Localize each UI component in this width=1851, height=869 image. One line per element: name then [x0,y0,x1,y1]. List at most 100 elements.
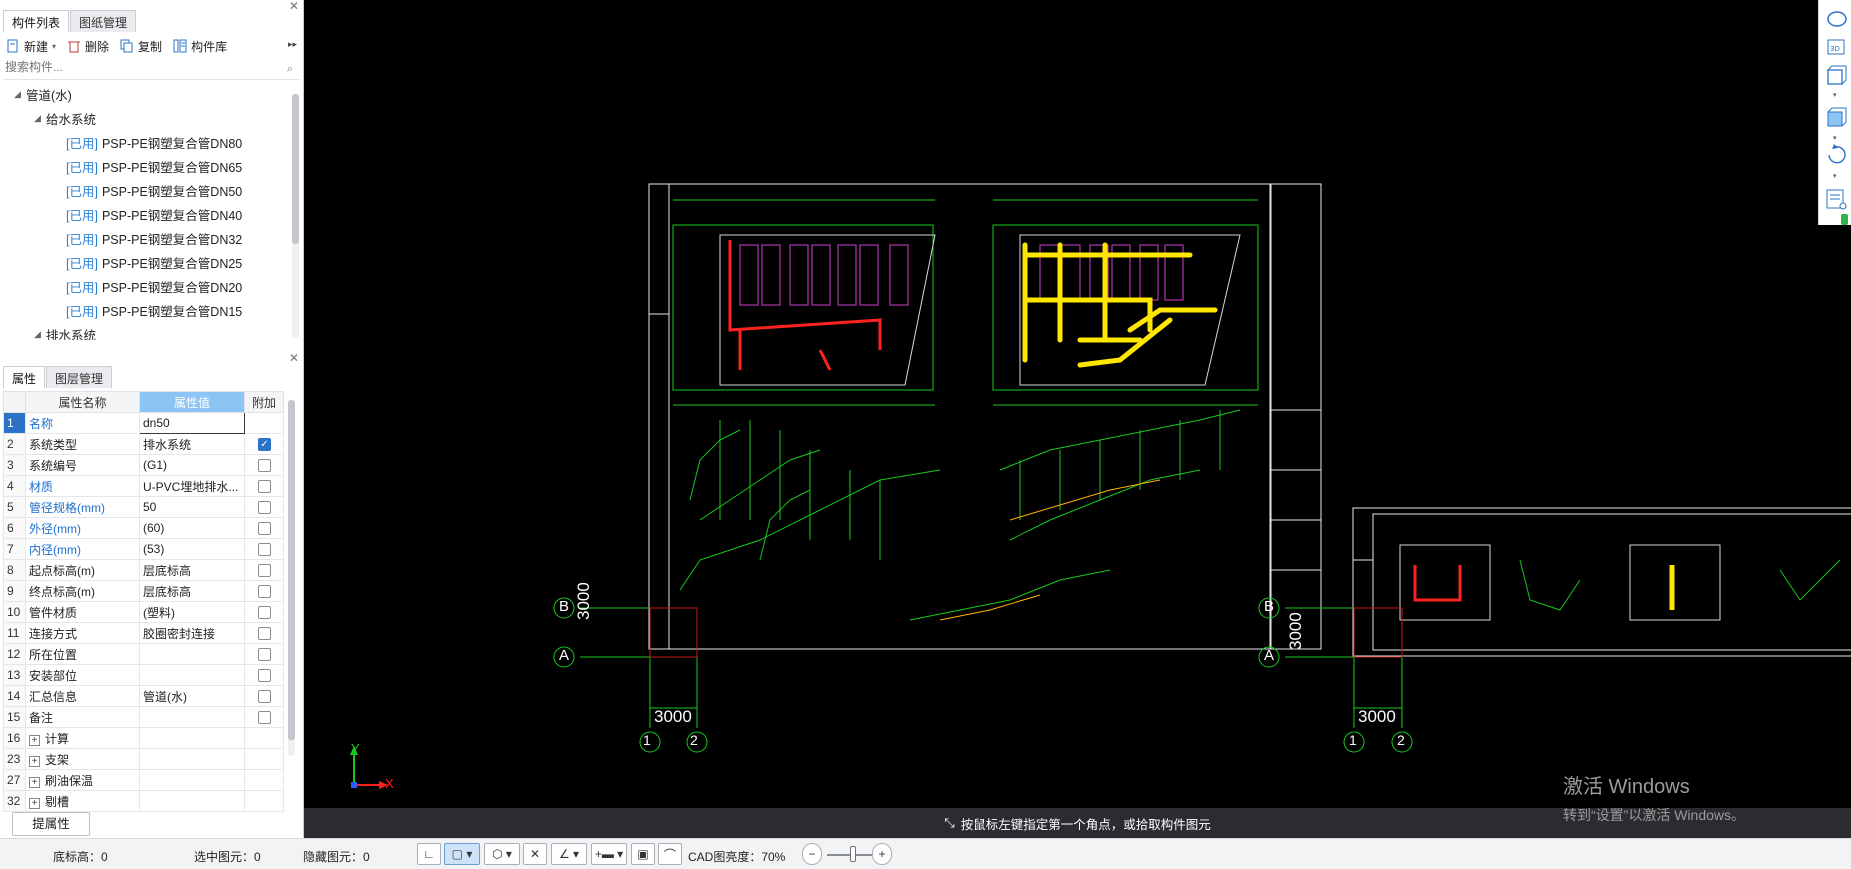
tab-drawing-management[interactable]: 图纸管理 [70,10,137,32]
property-row[interactable]: 13 安装部位 [3,664,284,686]
tree-item-pipe[interactable]: [已用] PSP-PE钢塑复合管DN50 [0,178,290,202]
curve-button[interactable]: ⌒ [658,843,682,865]
tree-scrollbar[interactable] [292,94,299,338]
extra-checkbox[interactable] [258,711,271,725]
collapse-caret-icon[interactable]: ◢ [14,89,22,100]
search-icon[interactable]: ⌕ [287,63,293,76]
angle-button[interactable]: ∠ ▾ [551,843,587,865]
property-value[interactable]: 排水系统 [139,433,245,455]
extra-checkbox[interactable]: ✓ [258,438,271,452]
extra-checkbox[interactable] [258,585,271,599]
property-row[interactable]: 9 终点标高(m) 层底标高 [3,580,284,602]
property-row[interactable]: 12 所在位置 [3,643,284,665]
copy-button[interactable]: 复制 [120,38,162,55]
property-value[interactable]: 层底标高 [139,580,245,602]
property-value[interactable]: dn50 [139,412,245,434]
close-properties-panel-icon[interactable]: ✕ [289,352,299,364]
tree-node-drain-system[interactable]: ◢ 排水系统 [0,322,290,341]
screen-capture-button[interactable]: ▣ [631,843,655,865]
new-dropdown-icon[interactable]: ▾ [52,42,56,51]
tree-item-pipe[interactable]: [已用] PSP-PE钢塑复合管DN15 [0,298,290,322]
property-value[interactable] [139,790,245,812]
view-dropdown-icon[interactable]: ▾ [1833,91,1837,99]
expand-group-icon[interactable]: + [29,797,40,809]
properties-scrollbar[interactable] [288,400,295,756]
tree-item-pipe[interactable]: [已用] PSP-PE钢塑复合管DN20 [0,274,290,298]
extra-checkbox[interactable] [258,501,271,515]
property-value[interactable]: (53) [139,538,245,560]
ortho-mode-button[interactable]: ∟ [417,843,441,865]
solid-cube-icon[interactable] [1827,107,1847,127]
property-row[interactable]: 7 内径(mm) (53) [3,538,284,560]
brightness-increase-button[interactable]: + [872,843,892,865]
property-row[interactable]: 11 连接方式 胶圈密封连接 [3,622,284,644]
layer-eye-icon[interactable] [1826,189,1847,210]
tab-component-list[interactable]: 构件列表 [3,10,70,32]
property-row[interactable]: 14 汇总信息 管道(水) [3,685,284,707]
cad-canvas[interactable]: B A 1 2 3000 3000 B A 1 2 3000 3000 X Y [304,0,1851,838]
tree-item-pipe[interactable]: [已用] PSP-PE钢塑复合管DN32 [0,226,290,250]
property-row[interactable]: 2 系统类型 排水系统 ✓ [3,433,284,455]
property-row[interactable]: 4 材质 U-PVC埋地排水... [3,475,284,497]
property-row[interactable]: 1 名称 dn50 [3,412,284,434]
property-row[interactable]: 5 管径规格(mm) 50 [3,496,284,518]
extra-checkbox[interactable] [258,627,271,641]
close-component-panel-icon[interactable]: ✕ [289,0,299,12]
brightness-decrease-button[interactable]: − [802,843,822,865]
dimension-button[interactable]: +▬ ▾ [591,843,627,865]
property-row[interactable]: 10 管件材质 (塑料) [3,601,284,623]
property-value[interactable]: 胶圈密封连接 [139,622,245,644]
tree-node-supply-system[interactable]: ◢ 给水系统 [0,106,290,130]
search-input[interactable] [3,60,273,74]
property-value[interactable] [139,727,245,749]
tab-properties[interactable]: 属性 [3,366,46,388]
orbit-icon[interactable] [1827,11,1847,27]
property-value[interactable]: (60) [139,517,245,539]
tab-layer-management[interactable]: 图层管理 [46,366,113,388]
tree-item-pipe[interactable]: [已用] PSP-PE钢塑复合管DN25 [0,250,290,274]
extract-properties-button[interactable]: 提属性 [12,812,90,836]
extra-checkbox[interactable] [258,522,271,536]
property-value[interactable]: (G1) [139,454,245,476]
new-button[interactable]: 新建 ▾ [6,38,56,55]
property-row[interactable]: 27 + 刷油保温 [3,769,284,791]
property-value[interactable] [139,664,245,686]
property-row[interactable]: 3 系统编号 (G1) [3,454,284,476]
extra-checkbox[interactable] [258,606,271,620]
expand-group-icon[interactable]: + [29,776,40,788]
property-value[interactable]: 50 [139,496,245,518]
3d-box-button[interactable]: ⬡ ▾ [484,843,520,865]
property-value[interactable] [139,769,245,791]
tree-scrollbar-thumb[interactable] [292,94,299,244]
rotate-dropdown-icon[interactable]: ▾ [1833,172,1837,180]
toolbar-overflow-icon[interactable]: ▸▸ [288,39,297,50]
property-row[interactable]: 16 + 计算 [3,727,284,749]
expand-group-icon[interactable]: + [29,755,40,767]
property-row[interactable]: 32 + 剔槽 [3,790,284,812]
collapse-caret-icon[interactable]: ◢ [34,329,42,340]
extra-checkbox[interactable] [258,459,271,473]
properties-scrollbar-thumb[interactable] [288,400,295,740]
tree-item-pipe[interactable]: [已用] PSP-PE钢塑复合管DN65 [0,154,290,178]
property-row[interactable]: 6 外径(mm) (60) [3,517,284,539]
property-row[interactable]: 15 备注 [3,706,284,728]
cross-snap-button[interactable]: ✕ [523,843,547,865]
extra-checkbox[interactable] [258,669,271,683]
property-value[interactable]: (塑料) [139,601,245,623]
cad-drawing[interactable] [304,0,1851,808]
property-value[interactable] [139,748,245,770]
tree-node-root[interactable]: ◢ 管道(水) [0,82,290,106]
3d-view-icon[interactable]: 3D [1827,39,1845,55]
extra-checkbox[interactable] [258,480,271,494]
brightness-slider-thumb[interactable] [850,846,856,862]
extra-checkbox[interactable] [258,564,271,578]
rotate-icon[interactable] [1828,144,1846,164]
property-value[interactable]: 管道(水) [139,685,245,707]
tree-item-pipe[interactable]: [已用] PSP-PE钢塑复合管DN40 [0,202,290,226]
delete-button[interactable]: 删除 [67,38,109,55]
property-value[interactable]: 层底标高 [139,559,245,581]
component-library-button[interactable]: 构件库 [173,38,227,55]
property-value[interactable] [139,643,245,665]
display-dropdown-icon[interactable]: ▾ [1833,134,1837,142]
collapse-caret-icon[interactable]: ◢ [34,113,42,124]
